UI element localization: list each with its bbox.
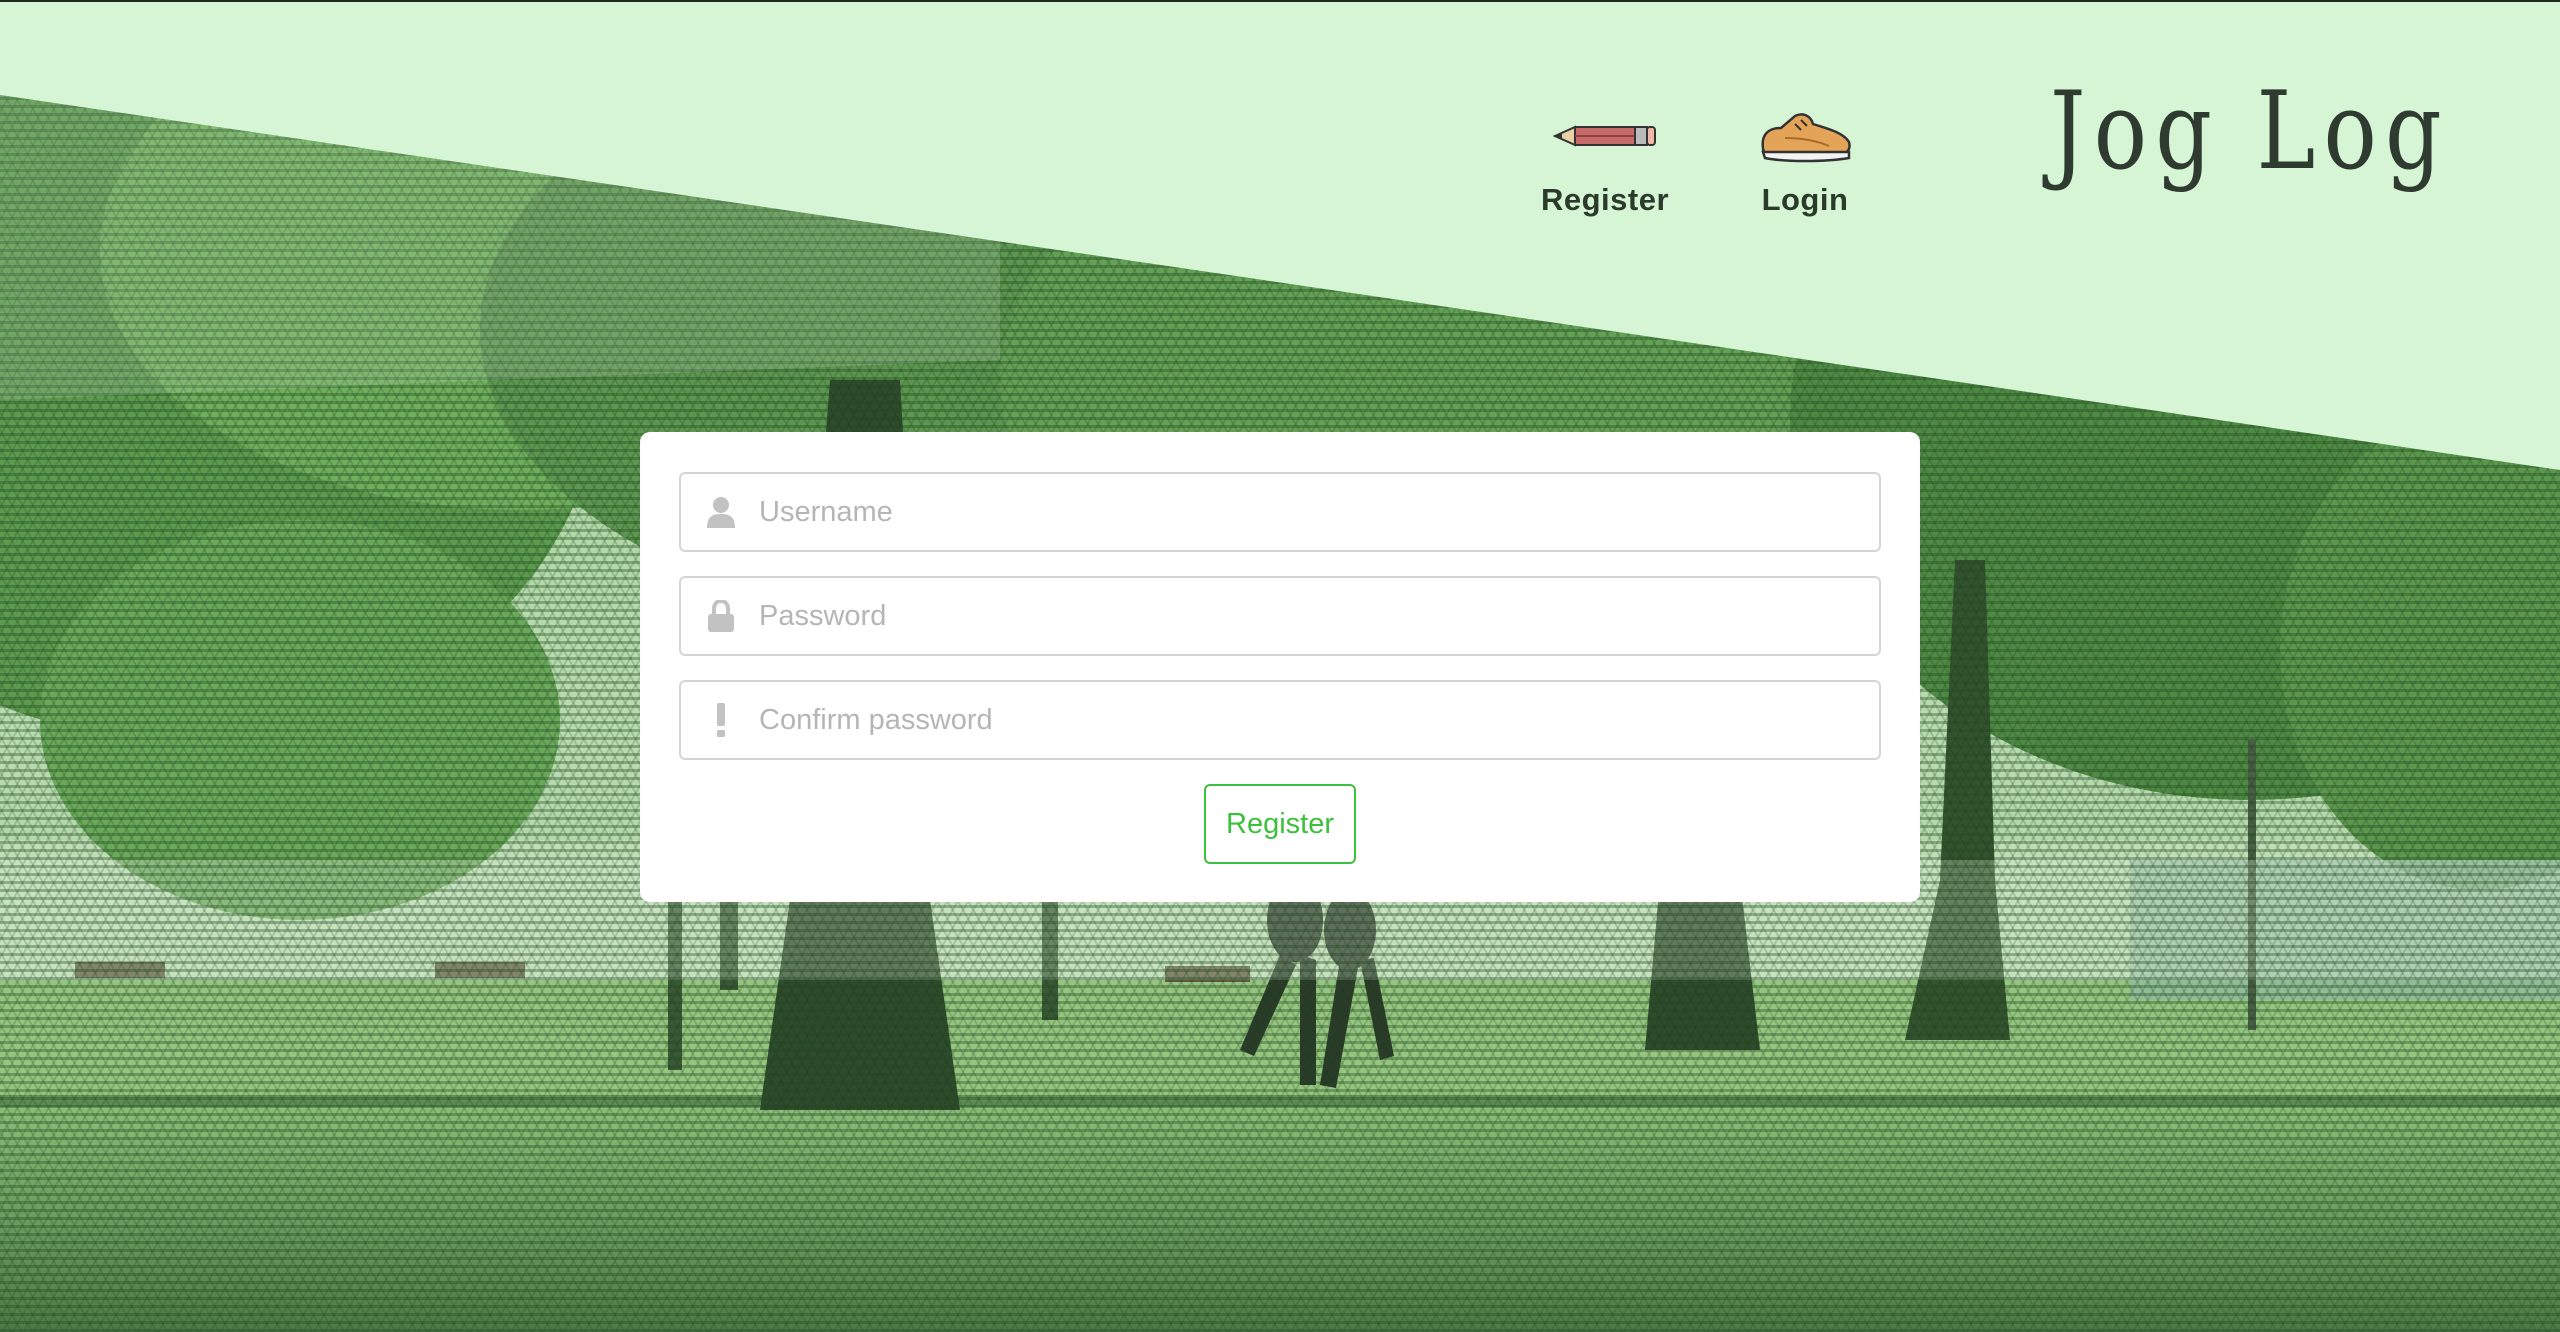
username-field: [679, 472, 1881, 552]
app-logo[interactable]: Jog Log: [2050, 78, 2450, 186]
confirm-password-field: [679, 680, 1881, 760]
password-field: [679, 576, 1881, 656]
running-shoe-icon: [1755, 100, 1855, 172]
nav-login[interactable]: Login: [1740, 100, 1870, 218]
pencil-icon: [1553, 100, 1657, 172]
username-input[interactable]: [759, 474, 1859, 550]
confirm-password-input[interactable]: [759, 682, 1859, 758]
nav-register-label: Register: [1540, 182, 1670, 217]
nav-register[interactable]: Register: [1540, 100, 1670, 218]
top-nav: Register Login: [1540, 100, 1870, 218]
user-icon: [703, 474, 739, 550]
exclamation-icon: [703, 682, 739, 758]
nav-login-label: Login: [1761, 182, 1849, 217]
password-input[interactable]: [759, 578, 1859, 654]
register-form: Register: [640, 432, 1920, 902]
lock-icon: [703, 578, 739, 654]
submit-row: Register: [679, 784, 1881, 864]
register-submit-button[interactable]: Register: [1204, 784, 1356, 864]
register-page: Register Login Jog Log Username Register: [0, 0, 2560, 1332]
top-border: [0, 0, 2560, 2]
